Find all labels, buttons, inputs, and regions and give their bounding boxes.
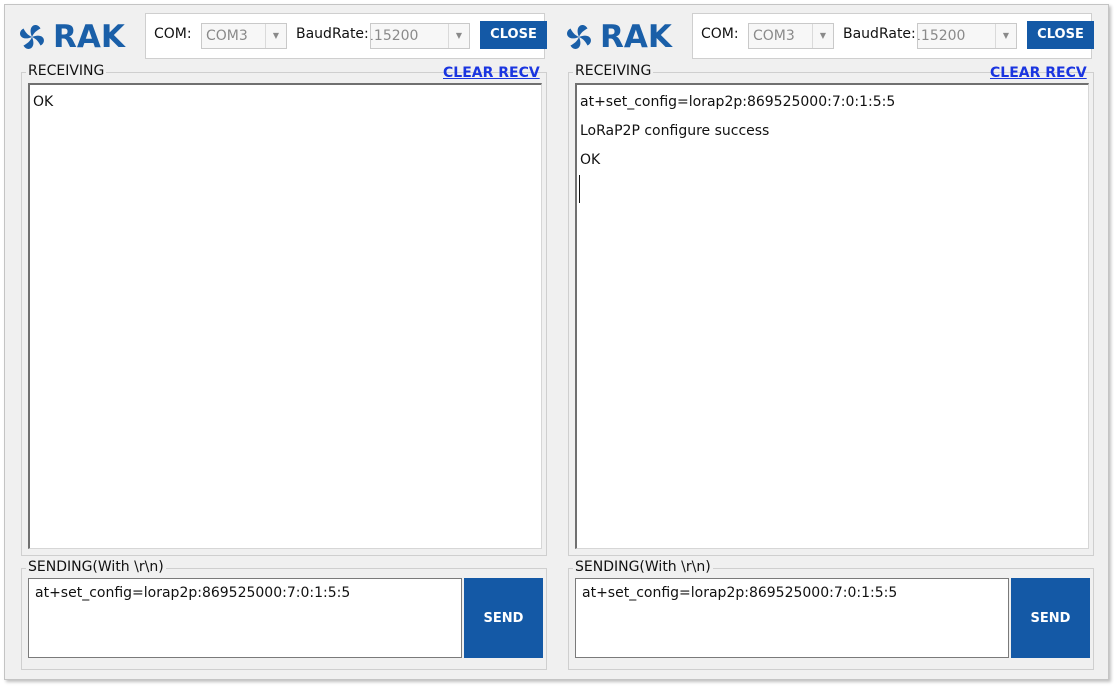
baudrate-select[interactable]: 115200 ▼	[370, 23, 470, 49]
com-select-value: COM3	[206, 28, 248, 44]
received-line: OK	[33, 94, 54, 110]
chevron-down-icon[interactable]: ▼	[265, 24, 286, 48]
receiving-title: RECEIVING	[26, 63, 107, 79]
clear-recv-link[interactable]: CLEAR RECV	[443, 65, 540, 81]
send-input[interactable]: at+set_config=lorap2p:869525000:7:0:1:5:…	[575, 578, 1009, 658]
received-line: LoRaP2P configure success	[580, 123, 770, 139]
baudrate-label: BaudRate:	[843, 26, 916, 42]
send-button[interactable]: SEND	[464, 578, 543, 658]
com-label: COM:	[701, 26, 739, 42]
chevron-down-icon[interactable]: ▼	[448, 24, 469, 48]
com-select[interactable]: COM3 ▼	[201, 23, 287, 49]
chevron-down-icon[interactable]: ▼	[995, 24, 1016, 48]
send-input[interactable]: at+set_config=lorap2p:869525000:7:0:1:5:…	[28, 578, 462, 658]
close-button[interactable]: CLOSE	[1027, 21, 1094, 49]
rak-fan-logo-icon	[20, 25, 44, 49]
sending-title: SENDING(With \r\n)	[573, 559, 713, 575]
serial-panel-right: RAK COM: COM3 ▼ BaudRate: 115200 ▼ CLOSE…	[552, 5, 1100, 679]
chevron-down-icon[interactable]: ▼	[812, 24, 833, 48]
send-button[interactable]: SEND	[1011, 578, 1090, 658]
logo-text: RAK	[53, 19, 125, 55]
clear-recv-link[interactable]: CLEAR RECV	[990, 65, 1087, 81]
rak-logo: RAK	[562, 17, 682, 57]
app-window: RAK COM: COM3 ▼ BaudRate: 115200 ▼ CLOSE…	[4, 4, 1109, 680]
rak-fan-logo-icon	[567, 25, 591, 49]
receive-textarea[interactable]: at+set_config=lorap2p:869525000:7:0:1:5:…	[575, 83, 1089, 549]
baudrate-select-value: 115200	[917, 28, 966, 44]
com-select[interactable]: COM3 ▼	[748, 23, 834, 49]
com-select-value: COM3	[753, 28, 795, 44]
baudrate-select[interactable]: 115200 ▼	[917, 23, 1017, 49]
received-line: OK	[580, 152, 601, 168]
rak-logo: RAK	[15, 17, 135, 57]
sending-title: SENDING(With \r\n)	[26, 559, 166, 575]
received-line: at+set_config=lorap2p:869525000:7:0:1:5:…	[580, 94, 896, 110]
com-label: COM:	[154, 26, 192, 42]
serial-panel-left: RAK COM: COM3 ▼ BaudRate: 115200 ▼ CLOSE…	[5, 5, 553, 679]
baudrate-select-value: 115200	[370, 28, 419, 44]
close-button[interactable]: CLOSE	[480, 21, 547, 49]
receive-textarea[interactable]: OK	[28, 83, 542, 549]
receiving-title: RECEIVING	[573, 63, 654, 79]
baudrate-label: BaudRate:	[296, 26, 369, 42]
logo-text: RAK	[600, 19, 672, 55]
text-cursor	[579, 175, 580, 203]
